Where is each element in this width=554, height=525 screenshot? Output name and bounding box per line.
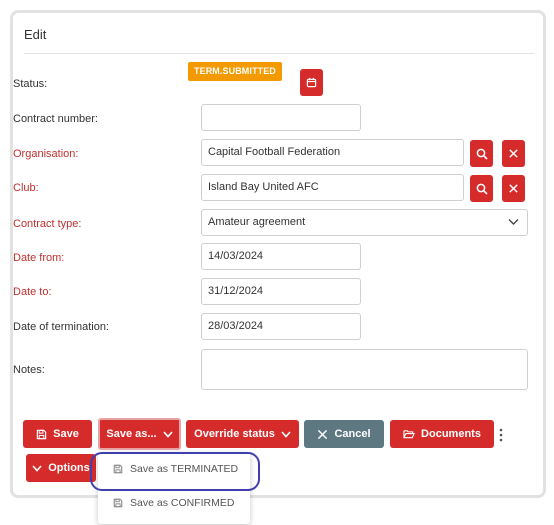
contract-number-input[interactable] xyxy=(201,104,361,131)
override-status-label: Override status xyxy=(194,428,275,440)
search-icon xyxy=(476,183,488,195)
club-search-button[interactable] xyxy=(470,175,493,202)
cancel-button[interactable]: Cancel xyxy=(304,420,384,448)
notes-label: Notes: xyxy=(13,364,45,376)
save-as-button[interactable]: Save as... xyxy=(98,418,181,450)
calendar-icon xyxy=(306,77,317,88)
save-button[interactable]: Save xyxy=(23,420,92,448)
contract-type-select[interactable]: Amateur agreement xyxy=(201,209,528,236)
contract-number-label: Contract number: xyxy=(13,113,98,125)
club-input[interactable]: Island Bay United AFC xyxy=(201,174,464,201)
chevron-down-icon xyxy=(32,464,42,472)
date-from-label: Date from: xyxy=(13,252,65,264)
chevron-down-icon xyxy=(162,430,173,438)
options-button[interactable]: Options xyxy=(26,454,96,482)
contract-type-label: Contract type: xyxy=(13,218,82,230)
menu-item-label: Save as TERMINATED xyxy=(130,463,239,475)
documents-button-label: Documents xyxy=(421,428,481,440)
save-button-label: Save xyxy=(53,428,79,440)
save-as-menu: Save as TERMINATED Save as CONFIRMED xyxy=(98,452,250,524)
club-clear-button[interactable] xyxy=(502,175,525,202)
menu-item-label: Save as CONFIRMED xyxy=(130,497,235,509)
close-icon xyxy=(509,149,518,158)
chevron-down-icon xyxy=(281,430,291,438)
save-as-confirmed-item[interactable]: Save as CONFIRMED xyxy=(98,486,250,520)
floppy-disk-icon xyxy=(113,464,123,474)
panel-title: Edit xyxy=(24,27,47,42)
status-label: Status: xyxy=(13,78,48,90)
notes-textarea[interactable] xyxy=(201,349,528,390)
date-termination-input[interactable]: 28/03/2024 xyxy=(201,313,361,340)
options-button-label: Options xyxy=(48,462,90,474)
organisation-input[interactable]: Capital Football Federation xyxy=(201,139,464,166)
organisation-search-button[interactable] xyxy=(470,140,493,167)
date-to-label: Date to: xyxy=(13,286,52,298)
date-from-input[interactable]: 14/03/2024 xyxy=(201,243,361,270)
title-divider xyxy=(24,53,534,54)
chevron-down-icon xyxy=(508,219,519,225)
folder-open-icon xyxy=(403,430,415,439)
x-icon xyxy=(318,429,328,439)
date-termination-label: Date of termination: xyxy=(13,321,109,333)
status-history-button[interactable] xyxy=(300,69,323,96)
documents-button[interactable]: Documents xyxy=(390,420,494,448)
date-to-input[interactable]: 31/12/2024 xyxy=(201,278,361,305)
cancel-button-label: Cancel xyxy=(334,428,371,440)
save-as-button-label: Save as... xyxy=(106,428,157,440)
floppy-disk-icon xyxy=(113,498,123,508)
club-label: Club: xyxy=(13,182,39,194)
organisation-label: Organisation: xyxy=(13,148,79,160)
close-icon xyxy=(509,184,518,193)
status-badge: TERM.SUBMITTED xyxy=(188,62,282,81)
save-as-terminated-item[interactable]: Save as TERMINATED xyxy=(98,452,250,486)
search-icon xyxy=(476,148,488,160)
contract-type-value: Amateur agreement xyxy=(208,216,306,228)
override-status-button[interactable]: Override status xyxy=(186,420,299,448)
organisation-clear-button[interactable] xyxy=(502,140,525,167)
floppy-disk-icon xyxy=(36,429,47,439)
kebab-icon[interactable] xyxy=(498,428,504,442)
